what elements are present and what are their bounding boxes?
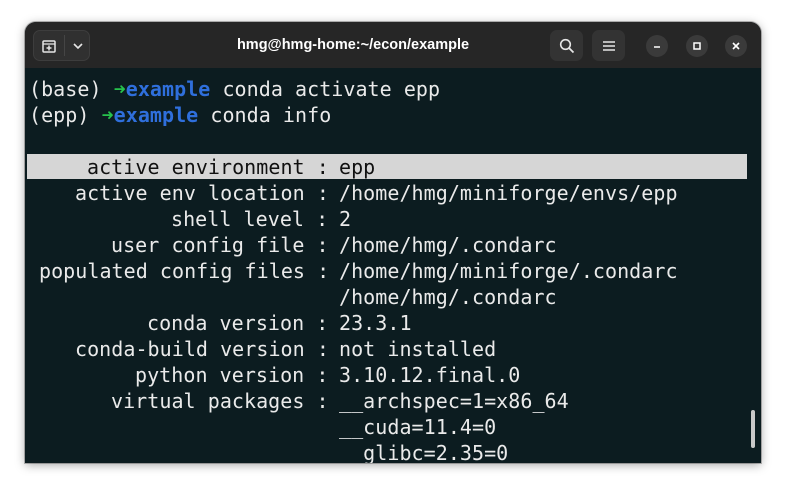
prompt-line: (epp) ➜example conda info bbox=[25, 102, 331, 128]
terminal-output[interactable]: (base) ➜example conda activate epp (epp)… bbox=[25, 68, 761, 463]
info-row: active env location : /home/hmg/miniforg… bbox=[25, 180, 678, 206]
new-tab-group bbox=[33, 30, 90, 61]
info-value: /home/hmg/.condarc bbox=[339, 285, 557, 309]
search-button[interactable] bbox=[550, 30, 583, 61]
info-value: 23.3.1 bbox=[339, 311, 412, 335]
info-row: conda version : 23.3.1 bbox=[25, 310, 411, 336]
close-button[interactable] bbox=[725, 35, 747, 57]
info-row: populated config files : /home/hmg/minif… bbox=[25, 258, 678, 284]
info-value: /home/hmg/miniforge/.condarc bbox=[339, 259, 678, 283]
minimize-button[interactable] bbox=[646, 35, 668, 57]
info-key: conda-build version : bbox=[75, 337, 329, 361]
maximize-icon bbox=[693, 42, 701, 50]
info-row: virtual packages : __archspec=1=x86_64 bbox=[25, 388, 569, 414]
scrollbar-thumb[interactable] bbox=[751, 410, 755, 448]
info-key: python version : bbox=[135, 363, 329, 387]
close-icon bbox=[732, 42, 740, 50]
hamburger-menu-icon bbox=[602, 40, 615, 51]
title-bar: hmg@hmg-home:~/econ/example bbox=[25, 22, 761, 68]
prompt-directory: example bbox=[125, 77, 211, 101]
info-value: /home/hmg/.condarc bbox=[339, 233, 557, 257]
prompt-line: (base) ➜example conda activate epp bbox=[25, 76, 440, 102]
menu-button[interactable] bbox=[592, 30, 625, 61]
info-value: not installed bbox=[339, 337, 497, 361]
minimize-icon bbox=[654, 46, 660, 48]
info-row: shell level : 2 bbox=[25, 206, 351, 232]
info-row: conda-build version : not installed bbox=[25, 336, 496, 362]
info-key: shell level : bbox=[171, 207, 329, 231]
prompt-arrow-icon: ➜ bbox=[101, 103, 114, 127]
info-key: user config file : bbox=[111, 233, 329, 257]
maximize-button[interactable] bbox=[686, 35, 708, 57]
info-value: 3.10.12.final.0 bbox=[339, 363, 521, 387]
prompt-env: (epp) bbox=[29, 103, 102, 127]
prompt-arrow-icon: ➜ bbox=[113, 77, 126, 101]
prompt-directory: example bbox=[113, 103, 199, 127]
info-value: __archspec=1=x86_64 bbox=[339, 389, 569, 413]
info-row: /home/hmg/.condarc bbox=[25, 284, 557, 310]
info-row: __glibc=2.35=0 bbox=[25, 440, 508, 463]
info-value: epp bbox=[339, 155, 376, 179]
window-title: hmg@hmg-home:~/econ/example bbox=[236, 37, 470, 53]
info-key: active env location : bbox=[75, 181, 329, 205]
terminal-window: hmg@hmg-home:~/econ/example (base) ➜exam… bbox=[25, 22, 761, 463]
info-key: active environment : bbox=[87, 155, 329, 179]
info-value: 2 bbox=[339, 207, 352, 231]
tab-dropdown-button[interactable] bbox=[65, 31, 90, 60]
info-value: __cuda=11.4=0 bbox=[339, 415, 497, 439]
info-row: user config file : /home/hmg/.condarc bbox=[25, 232, 557, 258]
info-key: conda version : bbox=[147, 311, 329, 335]
prompt-env: (base) bbox=[29, 77, 114, 101]
info-key: populated config files : bbox=[39, 259, 330, 283]
info-row: python version : 3.10.12.final.0 bbox=[25, 362, 520, 388]
info-value: /home/hmg/miniforge/envs/epp bbox=[339, 181, 678, 205]
chevron-down-icon bbox=[72, 42, 83, 49]
info-row: active environment : epp bbox=[25, 154, 375, 180]
prompt-command: conda info bbox=[198, 103, 332, 127]
info-key: virtual packages : bbox=[111, 389, 329, 413]
new-tab-icon bbox=[42, 39, 56, 53]
search-icon bbox=[559, 38, 574, 53]
info-row: __cuda=11.4=0 bbox=[25, 414, 496, 440]
prompt-command: conda activate epp bbox=[210, 77, 441, 101]
info-value: __glibc=2.35=0 bbox=[339, 441, 509, 463]
new-tab-button[interactable] bbox=[34, 31, 64, 60]
